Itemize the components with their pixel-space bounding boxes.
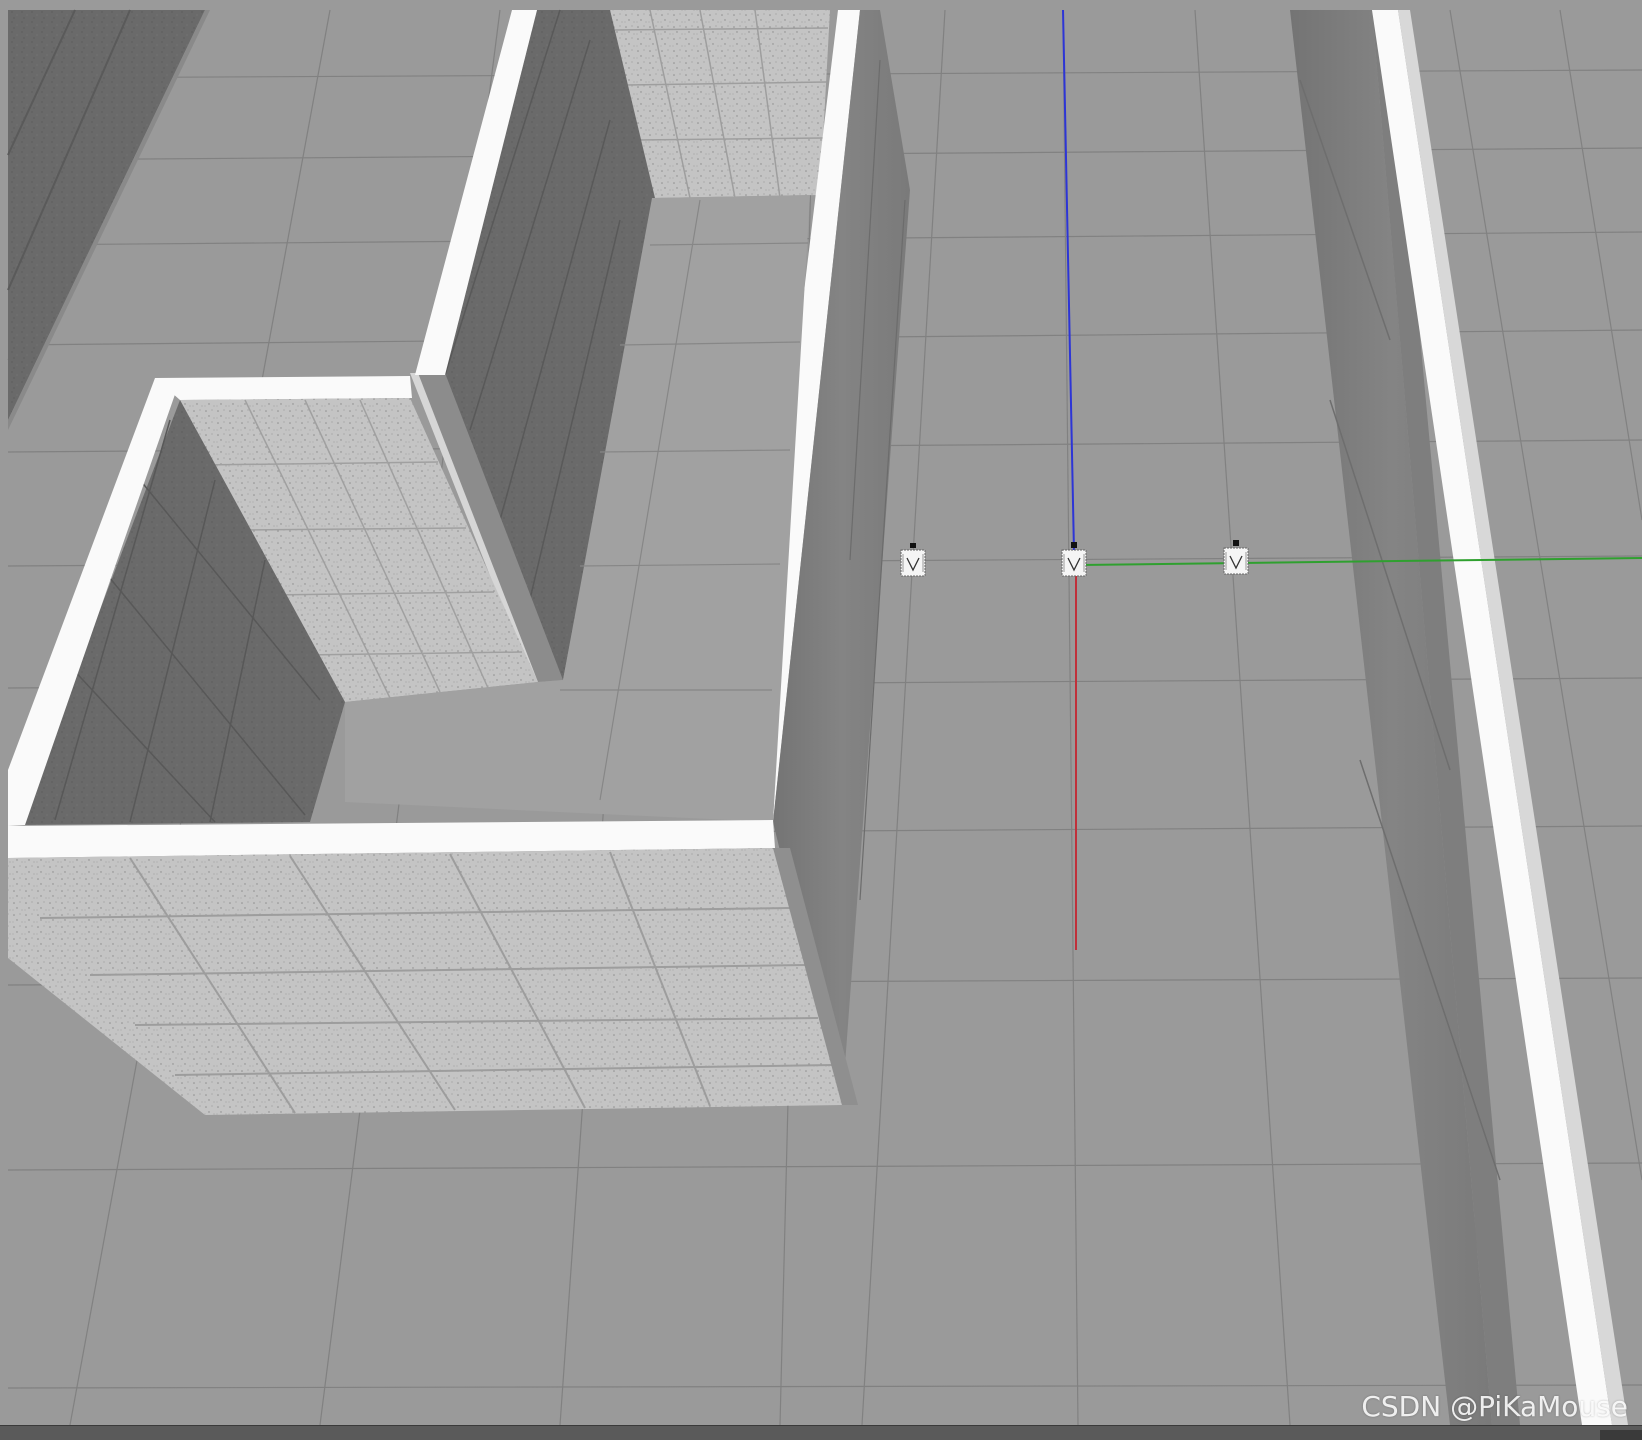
3d-viewport[interactable] (0, 0, 1642, 1425)
watermark-text: CSDN @PiKaMouse (1361, 1390, 1628, 1423)
bottom-status-bar (0, 1425, 1642, 1440)
